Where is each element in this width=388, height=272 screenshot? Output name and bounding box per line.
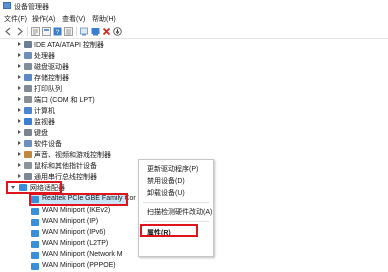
tree-item-label: 存储控制器 <box>34 75 69 82</box>
network-adapter-icon <box>31 263 39 270</box>
toolbar: ? <box>0 24 388 39</box>
expand-arrow-icon[interactable] <box>18 130 21 134</box>
help-icon[interactable]: ? <box>53 27 62 36</box>
adapter-label: WAN Miniport (Network M <box>42 251 123 258</box>
expand-arrow-icon[interactable] <box>18 86 21 90</box>
context-menu: 更新驱动程序(P) 禁用设备(D) 卸载设备(U) 扫描检测硬件改动(A) 属性… <box>138 159 214 257</box>
expand-arrow-icon[interactable] <box>18 174 21 178</box>
expand-arrow-icon[interactable] <box>18 75 21 79</box>
expand-arrow-icon[interactable] <box>18 53 21 57</box>
title-bar: 设备管理器 <box>0 0 388 12</box>
tree-item-software-devices[interactable]: 软件设备 <box>0 138 388 149</box>
tree-item-label: 磁盘驱动器 <box>34 64 69 71</box>
tree-item-label: 键盘 <box>34 130 48 137</box>
forward-icon[interactable] <box>15 27 24 36</box>
adapter-label: WAN Miniport (IPv6) <box>42 229 106 236</box>
tree-item-label: 端口 (COM 和 LPT) <box>34 97 95 104</box>
tree-item-label: 软件设备 <box>34 141 62 148</box>
network-adapter-icon <box>31 219 39 226</box>
menu-separator <box>143 221 209 222</box>
tree-item-label: 监视器 <box>34 119 55 126</box>
tree-item-computer[interactable]: 计算机 <box>0 105 388 116</box>
device-list-icon[interactable] <box>31 27 40 36</box>
printer-icon <box>24 85 32 92</box>
software-device-icon <box>24 140 32 147</box>
menu-scan-hardware[interactable]: 扫描检测硬件改动(A) <box>147 207 212 217</box>
device-manager-icon <box>3 2 11 9</box>
port-icon <box>24 96 32 103</box>
tree-item-processor[interactable]: 处理器 <box>0 50 388 61</box>
menu-help[interactable]: 帮助(H) <box>92 14 116 24</box>
menu-disable-device[interactable]: 禁用设备(D) <box>147 176 185 186</box>
menu-separator <box>143 202 209 203</box>
tree-item-print-queues[interactable]: 打印队列 <box>0 83 388 94</box>
adapter-label: WAN Miniport (PPPOE) <box>42 262 116 269</box>
sound-icon <box>24 151 32 158</box>
back-icon[interactable] <box>4 27 13 36</box>
menu-view[interactable]: 查看(V) <box>62 14 85 24</box>
toolbar-separator <box>76 27 77 36</box>
tree-item-monitors[interactable]: 监视器 <box>0 116 388 127</box>
expand-arrow-icon[interactable] <box>18 97 21 101</box>
expand-arrow-icon[interactable] <box>18 64 21 68</box>
window-title: 设备管理器 <box>14 4 49 11</box>
network-adapter-icon <box>31 252 39 259</box>
network-adapter-icon <box>31 208 39 215</box>
disk-drive-icon <box>24 63 32 70</box>
adapter-wan-pppoe[interactable]: WAN Miniport (PPPOE) <box>0 261 388 272</box>
highlight-box-properties <box>140 224 198 237</box>
network-adapter-icon <box>31 230 39 237</box>
expand-arrow-icon[interactable] <box>18 42 21 46</box>
keyboard-icon <box>24 129 32 136</box>
adapter-label: WAN Miniport (IKEv2) <box>42 207 111 214</box>
tree-item-ports[interactable]: 端口 (COM 和 LPT) <box>0 94 388 105</box>
enable-device-icon[interactable] <box>113 27 122 36</box>
menu-uninstall-device[interactable]: 卸载设备(U) <box>147 188 185 198</box>
tree-item-label: 处理器 <box>34 53 55 60</box>
expand-arrow-icon[interactable] <box>18 141 21 145</box>
menu-action[interactable]: 操作(A) <box>32 14 55 24</box>
mouse-icon <box>24 162 32 169</box>
menu-update-driver[interactable]: 更新驱动程序(P) <box>147 164 198 174</box>
svg-text:?: ? <box>56 29 60 36</box>
tree-item-label: 打印队列 <box>34 86 62 93</box>
uninstall-icon[interactable] <box>102 27 111 36</box>
adapter-label: WAN Miniport (L2TP) <box>42 240 109 247</box>
tree-item-label: 声音、视频和游戏控制器 <box>34 152 111 159</box>
tree-item-ide[interactable]: IDE ATA/ATAPI 控制器 <box>0 39 388 50</box>
tree-item-label: 计算机 <box>34 108 55 115</box>
expand-arrow-icon[interactable] <box>18 163 21 167</box>
adapter-label: WAN Miniport (IP) <box>42 218 99 225</box>
tree-item-label: IDE ATA/ATAPI 控制器 <box>34 42 104 49</box>
expand-arrow-icon[interactable] <box>18 108 21 112</box>
ide-controller-icon <box>24 41 32 48</box>
tree-item-disk-drives[interactable]: 磁盘驱动器 <box>0 61 388 72</box>
toolbar-separator <box>27 27 28 36</box>
properties-icon[interactable] <box>64 27 73 36</box>
update-driver-icon[interactable] <box>91 27 100 36</box>
expand-arrow-icon[interactable] <box>18 152 21 156</box>
storage-controller-icon <box>24 74 32 81</box>
scan-hardware-icon[interactable] <box>80 27 89 36</box>
resource-view-icon[interactable] <box>42 27 51 36</box>
usb-icon <box>24 173 32 180</box>
network-adapter-icon <box>31 241 39 248</box>
computer-icon <box>24 107 32 114</box>
menu-file[interactable]: 文件(F) <box>4 14 27 24</box>
menu-bar: 文件(F) 操作(A) 查看(V) 帮助(H) <box>0 12 388 24</box>
highlight-box-realtek <box>29 193 128 206</box>
processor-icon <box>24 52 32 59</box>
tree-item-storage-controllers[interactable]: 存储控制器 <box>0 72 388 83</box>
monitor-icon <box>24 118 32 125</box>
expand-arrow-icon[interactable] <box>18 119 21 123</box>
tree-item-label: 鼠标和其他指针设备 <box>34 163 97 170</box>
tree-item-keyboards[interactable]: 键盘 <box>0 127 388 138</box>
